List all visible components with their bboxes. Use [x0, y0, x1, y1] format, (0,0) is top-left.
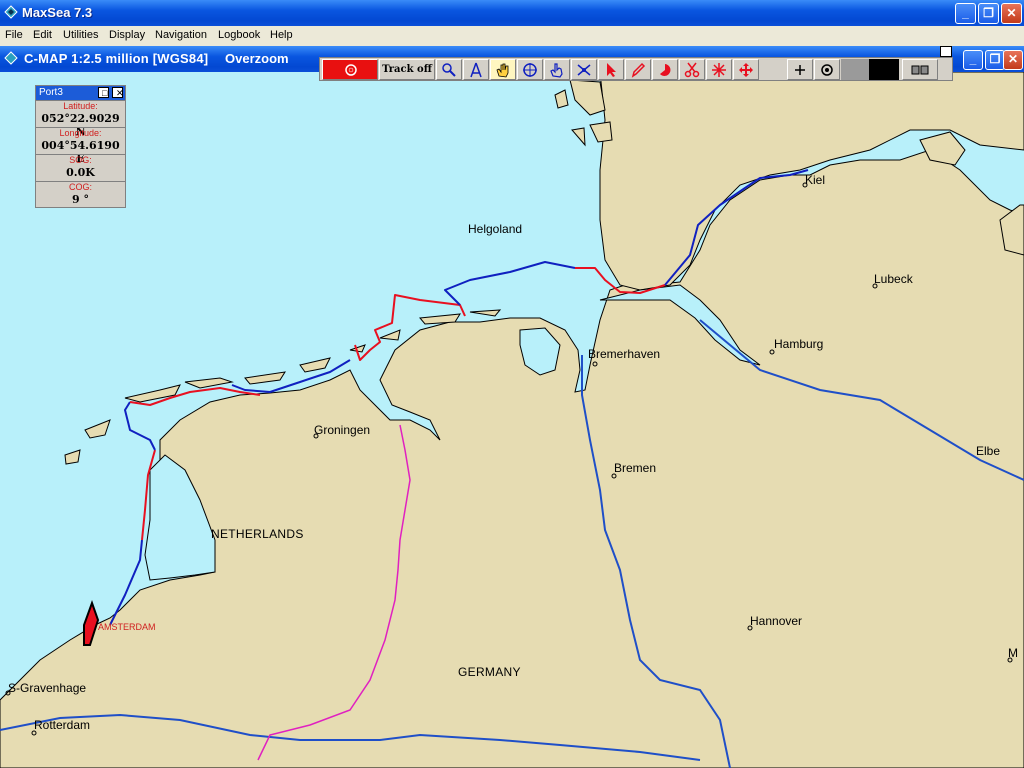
crosshair-icon: [523, 63, 537, 77]
arrow-select-icon: [607, 63, 616, 77]
move-icon: [739, 63, 753, 77]
chart-minimize-button[interactable]: _: [963, 50, 983, 70]
label-hannover: Hannover: [750, 614, 802, 628]
info-panel-title: Port3: [39, 87, 63, 98]
cut-button[interactable]: [679, 59, 705, 80]
label-helgoland: Helgoland: [468, 222, 522, 236]
info-panel-title-bar[interactable]: Port3 □ ✕: [36, 86, 125, 100]
label-lubeck: Lubeck: [874, 272, 914, 286]
longitude-row: Longitude: 004°54.6190 E: [36, 127, 125, 165]
zoom-button[interactable]: [436, 59, 462, 80]
move-button[interactable]: [733, 59, 759, 80]
track-off-button[interactable]: Track off: [379, 59, 435, 80]
crosshair-button[interactable]: [517, 59, 543, 80]
pencil-icon: [631, 62, 646, 78]
target-icon: [712, 63, 726, 77]
overzoom-label: Overzoom: [225, 51, 289, 66]
label-groningen: Groningen: [314, 423, 370, 437]
close-icon: ✕: [116, 88, 124, 98]
mark-button[interactable]: [652, 59, 678, 80]
label-netherlands: NETHERLANDS: [211, 527, 304, 541]
maxsea-window: MaxSea 7.3 _ ❐ ✕ File Edit Utilities Dis…: [0, 0, 1024, 768]
cog-value: 9 °: [72, 193, 89, 206]
record-icon: [345, 64, 357, 76]
pencil-button[interactable]: [625, 59, 651, 80]
record-button[interactable]: [322, 59, 378, 80]
plus-button[interactable]: [787, 59, 813, 80]
menu-file[interactable]: File: [5, 29, 23, 41]
close-icon: ✕: [1006, 6, 1017, 20]
layers-button[interactable]: [902, 59, 938, 80]
info-panel-restore-button[interactable]: □: [98, 87, 109, 98]
hand-pan-icon: [496, 63, 509, 78]
chart-restore-button[interactable]: ❐: [985, 50, 1005, 70]
app-title-bar[interactable]: MaxSea 7.3 _ ❐ ✕: [0, 0, 1024, 26]
menu-utilities[interactable]: Utilities: [63, 29, 98, 41]
chart-canvas[interactable]: Kiel Helgoland Lubeck Hamburg Bremerhave…: [0, 72, 1024, 768]
hand-point-icon: [550, 63, 563, 78]
label-gravenhage: S-Gravenhage: [8, 681, 86, 695]
menu-logbook[interactable]: Logbook: [218, 29, 260, 41]
label-elbe: Elbe: [976, 444, 1000, 458]
compass-button[interactable]: [463, 59, 489, 80]
pan-button[interactable]: [490, 59, 516, 80]
sog-row: SOG: 0.0K: [36, 154, 125, 181]
menu-navigation[interactable]: Navigation: [155, 29, 207, 41]
latitude-label: Latitude:: [63, 101, 98, 111]
minimize-button[interactable]: _: [955, 3, 976, 24]
minimize-icon: _: [962, 6, 969, 20]
chart-logo-icon: [4, 51, 18, 65]
layers-icon: [911, 65, 929, 75]
minimize-icon: _: [969, 52, 977, 66]
magnifier-icon: [442, 63, 456, 77]
label-bremerhaven: Bremerhaven: [588, 347, 660, 361]
circle-dot-icon: [821, 64, 833, 76]
menu-bar: File Edit Utilities Display Navigation L…: [0, 26, 1024, 46]
toolbar-color-swatch-black[interactable]: [869, 59, 899, 80]
label-amsterdam: AMSTERDAM: [98, 622, 156, 632]
label-rotterdam: Rotterdam: [34, 718, 90, 732]
menu-display[interactable]: Display: [109, 29, 145, 41]
point-button[interactable]: [544, 59, 570, 80]
chart-close-button[interactable]: ✕: [1003, 50, 1023, 70]
label-m-edge: M: [1008, 646, 1018, 660]
target-button[interactable]: [706, 59, 732, 80]
compass-icon: [470, 62, 482, 78]
menu-help[interactable]: Help: [270, 29, 293, 41]
route-button[interactable]: [571, 59, 597, 80]
mark-icon: [660, 64, 671, 76]
nautical-chart[interactable]: Kiel Helgoland Lubeck Hamburg Bremerhave…: [0, 72, 1024, 768]
chart-scale-title: C-MAP 1:2.5 million [WGS84]: [24, 51, 209, 66]
label-germany: GERMANY: [458, 665, 521, 679]
maxsea-logo-icon: [4, 5, 18, 19]
app-title: MaxSea 7.3: [22, 5, 93, 20]
toolbar-grip[interactable]: [940, 46, 952, 57]
select-button[interactable]: [598, 59, 624, 80]
restore-icon: ❐: [983, 6, 994, 20]
circle-dot-button[interactable]: [814, 59, 840, 80]
restore-icon: ❐: [989, 52, 1001, 66]
close-icon: ✕: [1007, 52, 1019, 66]
route-icon: [577, 64, 591, 76]
menu-edit[interactable]: Edit: [33, 29, 52, 41]
cog-row: COG: 9 °: [36, 181, 125, 208]
toolbar-color-swatch-gray[interactable]: [841, 59, 869, 80]
plus-icon: [795, 65, 805, 75]
port3-info-panel[interactable]: Port3 □ ✕ Latitude: 052°22.9029 N Longit…: [35, 85, 126, 208]
label-hamburg: Hamburg: [774, 337, 823, 351]
restore-icon: □: [102, 88, 108, 98]
scissors-icon: [684, 62, 700, 78]
close-button[interactable]: ✕: [1001, 3, 1022, 24]
label-bremen: Bremen: [614, 461, 656, 475]
sog-label: SOG:: [69, 155, 92, 165]
longitude-label: Longitude:: [59, 128, 102, 138]
chart-toolbar: Track off: [319, 46, 953, 81]
cog-label: COG:: [68, 182, 92, 192]
latitude-row: Latitude: 052°22.9029 N: [36, 100, 125, 138]
restore-button[interactable]: ❐: [978, 3, 999, 24]
info-panel-close-button[interactable]: ✕: [112, 87, 124, 98]
label-kiel: Kiel: [805, 173, 825, 187]
sog-value: 0.0K: [66, 166, 95, 179]
